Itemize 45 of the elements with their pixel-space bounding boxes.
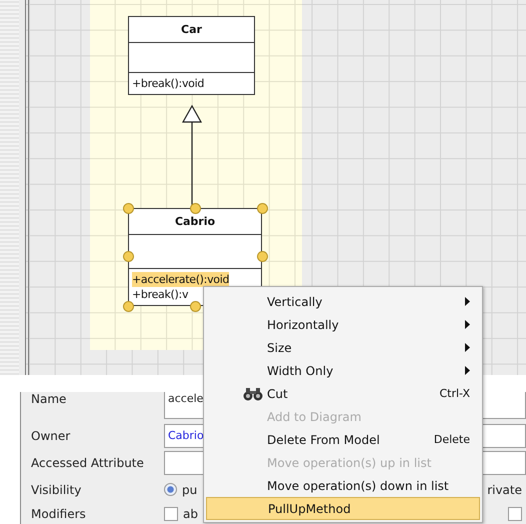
radio-button[interactable] xyxy=(164,483,177,496)
operation-text[interactable]: +break():void xyxy=(132,76,204,91)
operation-text[interactable]: +accelerate():void xyxy=(132,272,230,287)
owner-link[interactable]: Cabrio xyxy=(168,429,204,442)
property-label: Modifiers xyxy=(31,507,87,521)
class-name: Car xyxy=(181,23,202,36)
field-value: accele xyxy=(168,392,204,405)
operation-text[interactable]: +break():v xyxy=(132,287,188,302)
shortcut-text: Delete xyxy=(434,433,470,446)
submenu-arrow-icon xyxy=(465,297,470,306)
radio-label: rivate xyxy=(487,482,522,496)
generalization-arrow[interactable] xyxy=(182,104,202,207)
class-box[interactable]: Car +break():void xyxy=(128,16,255,95)
menu-item[interactable]: Horizontally xyxy=(206,313,480,336)
menu-item-label: Delete From Model xyxy=(267,432,381,446)
shortcut-text: Ctrl-X xyxy=(439,387,470,400)
property-label: Name xyxy=(31,392,68,406)
menu-item-label: Size xyxy=(267,340,293,354)
menu-item-label: PullUpMethod xyxy=(268,502,352,516)
property-label: Accessed Attribute xyxy=(31,456,145,470)
binoculars-icon xyxy=(243,386,263,400)
menu-item-label: Vertically xyxy=(267,294,324,308)
menu-item-label: Move operation(s) up in list xyxy=(267,456,432,470)
class-name: Cabrio xyxy=(174,215,216,228)
submenu-arrow-icon xyxy=(465,366,470,375)
menu-item[interactable]: Delete From Model Delete xyxy=(206,428,480,451)
checkbox[interactable] xyxy=(508,507,522,521)
checkbox-label: ab xyxy=(183,507,198,521)
menu-item[interactable]: Cut Ctrl-X xyxy=(206,382,480,405)
property-label: Owner xyxy=(31,428,72,442)
menu-item-label: Cut xyxy=(267,386,289,400)
menu-item[interactable]: Size xyxy=(206,336,480,359)
menu-item-label: Move operation(s) down in list xyxy=(267,478,450,492)
property-label: Visibility xyxy=(31,482,82,496)
menu-item-label: Add to Diagram xyxy=(267,410,362,424)
menu-item[interactable]: PullUpMethod xyxy=(206,497,480,520)
radio-label: pu xyxy=(182,482,198,496)
submenu-arrow-icon xyxy=(465,320,470,329)
menu-item[interactable]: Move operation(s) down in list xyxy=(206,474,480,497)
menu-item-label: Width Only xyxy=(267,364,334,378)
menu-item-label: Horizontally xyxy=(267,318,340,332)
submenu-arrow-icon xyxy=(465,343,470,352)
menu-item[interactable]: Width Only xyxy=(206,359,480,382)
class-box[interactable]: Cabrio +accelerate():void +break():v xyxy=(128,208,262,306)
checkbox[interactable] xyxy=(164,507,178,521)
